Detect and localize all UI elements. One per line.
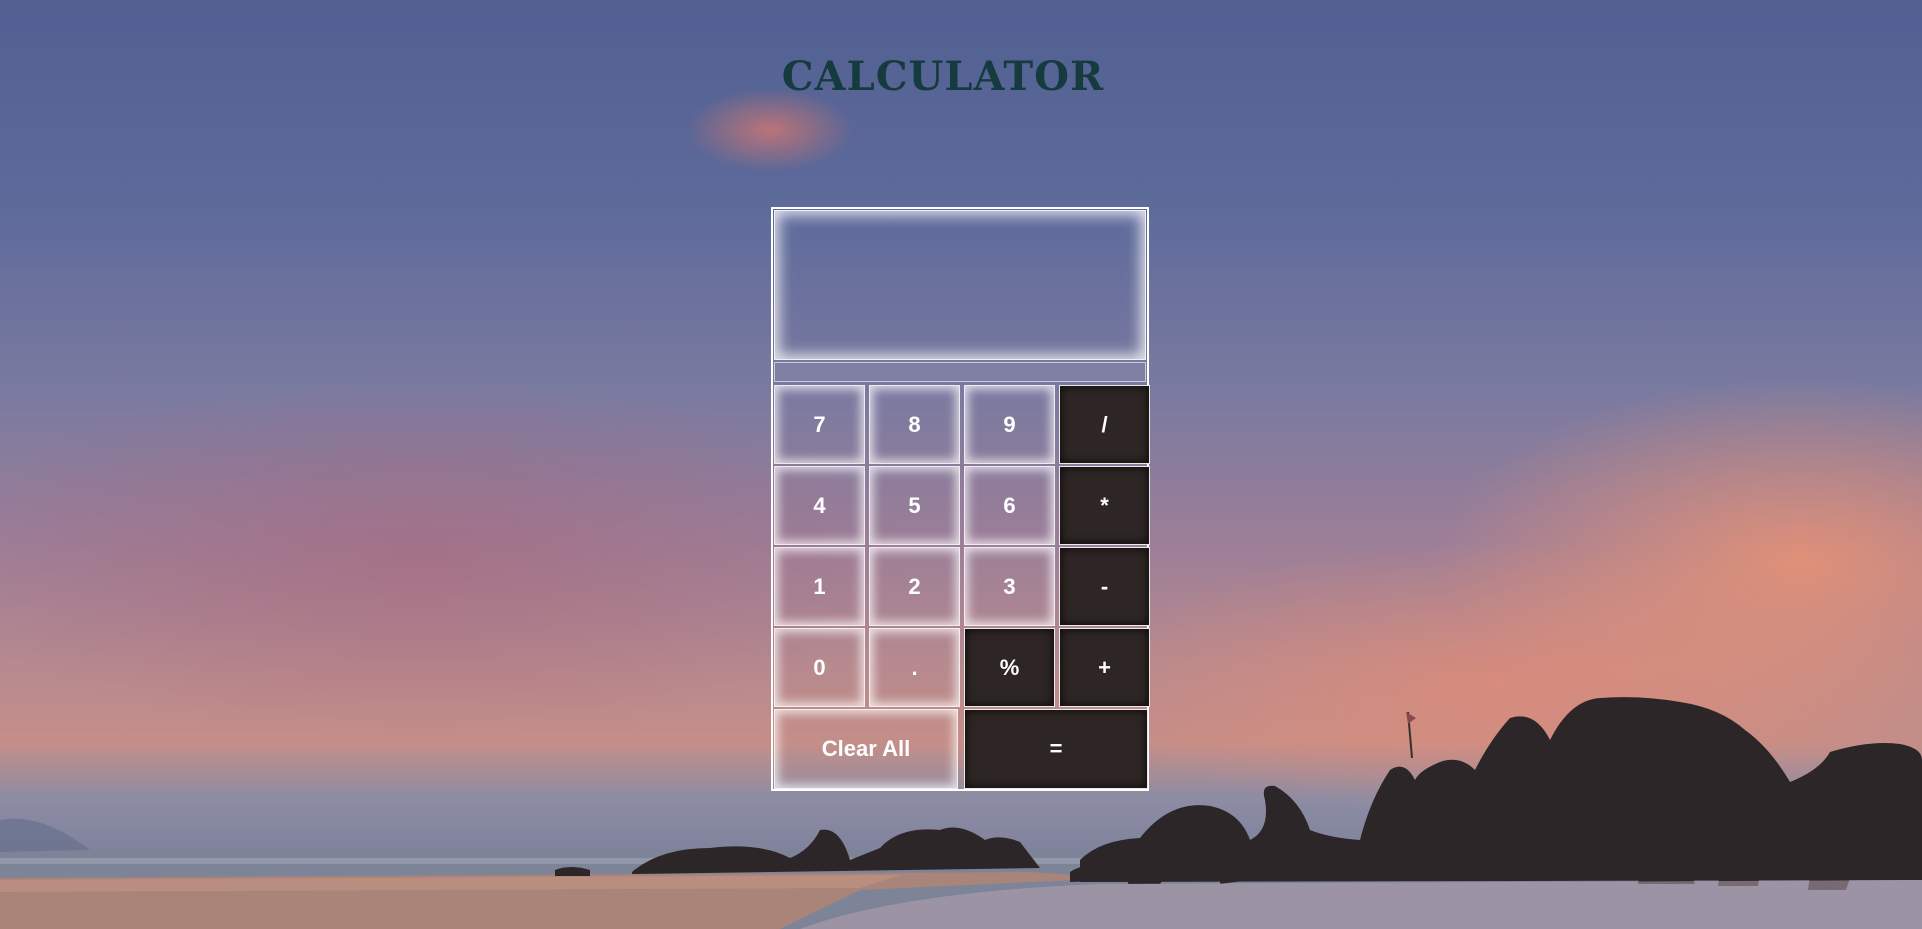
key-9-button[interactable]: 9 [964,385,1055,464]
page-title: CALCULATOR [781,52,1105,100]
equals-button[interactable]: = [964,709,1148,789]
rocks [555,697,1922,890]
key-3-button[interactable]: 3 [964,547,1055,626]
add-button[interactable]: + [1059,628,1150,707]
key-8-button[interactable]: 8 [869,385,960,464]
key-1-button[interactable]: 1 [774,547,865,626]
key-0-button[interactable]: 0 [774,628,865,707]
percent-button[interactable]: % [964,628,1055,707]
display-divider [774,362,1146,382]
key-2-button[interactable]: 2 [869,547,960,626]
clear-all-button[interactable]: Clear All [774,709,958,789]
key-6-button[interactable]: 6 [964,466,1055,545]
key-5-button[interactable]: 5 [869,466,960,545]
key-7-button[interactable]: 7 [774,385,865,464]
multiply-button[interactable]: * [1059,466,1150,545]
divide-button[interactable]: / [1059,385,1150,464]
decimal-button[interactable]: . [869,628,960,707]
key-4-button[interactable]: 4 [774,466,865,545]
display-screen [774,210,1146,360]
calculator: 7 8 9 / 4 5 6 * 1 2 3 - 0 . % + Clear Al… [771,207,1150,791]
subtract-button[interactable]: - [1059,547,1150,626]
